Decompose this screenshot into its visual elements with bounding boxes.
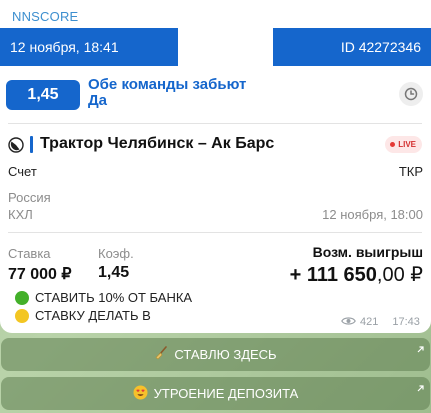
triple-deposit-button[interactable]: УТРОЕНИЕ ДЕПОЗИТА [1, 377, 430, 410]
bet-here-label: СТАВЛЮ ЗДЕСЬ [174, 347, 277, 362]
match-date: 12 ноября, 18:00 [322, 207, 423, 222]
stake-label: Ставка [8, 246, 51, 261]
ticket-date: 12 ноября, 18:41 [0, 28, 178, 66]
clock-icon [399, 82, 423, 106]
divider [8, 123, 422, 124]
bet-name-line1: Обе команды забьют [88, 76, 247, 93]
external-link-arrow-icon [417, 341, 424, 356]
message-time: 17:43 [392, 316, 420, 328]
live-badge: LIVE [385, 136, 422, 153]
match-row: Трактор Челябинск – Ак Барс LIVE [8, 134, 422, 156]
ticket-id: ID 42272346 [273, 28, 431, 66]
eye-icon [341, 313, 356, 331]
broom-icon [154, 346, 168, 363]
sender-name[interactable]: NNSCORE [12, 9, 78, 24]
coef-label: Коэф. [98, 246, 134, 261]
hockey-puck-icon [8, 137, 24, 158]
win-amount-main: + 111 650 [289, 264, 377, 286]
match-country: Россия [8, 190, 51, 205]
coef-value: 1,45 [98, 264, 130, 281]
green-circle-icon [15, 291, 29, 305]
match-title: Трактор Челябинск – Ак Барс [40, 135, 275, 152]
bet-name: Обе команды забьют Да [88, 77, 288, 109]
yellow-circle-icon [15, 309, 29, 323]
win-amount: + 111 650,00 ₽ [290, 262, 423, 287]
heart-eyes-icon [133, 385, 148, 403]
note-2: СТАВКУ ДЕЛАТЬ В [35, 308, 151, 323]
message-bubble: NNSCORE 12 ноября, 18:41 ID 42272346 1,4… [0, 0, 431, 333]
match-league: КХЛ [8, 207, 33, 222]
bet-here-button[interactable]: СТАВЛЮ ЗДЕСЬ [1, 338, 430, 371]
win-label: Возм. выигрыш [312, 244, 423, 260]
score-label: Счет [8, 164, 37, 179]
bet-name-line2: Да [88, 92, 108, 109]
note-1: СТАВИТЬ 10% ОТ БАНКА [35, 290, 193, 305]
view-count: 421 [360, 316, 379, 328]
coefficient-badge: 1,45 [6, 80, 80, 110]
live-dot-icon [390, 142, 396, 147]
stake-value: 77 000 ₽ [8, 266, 72, 283]
live-label: LIVE [398, 140, 416, 149]
match-accent-bar [30, 136, 33, 153]
triple-deposit-label: УТРОЕНИЕ ДЕПОЗИТА [153, 386, 299, 401]
score-value: ТКР [398, 164, 423, 179]
win-amount-fraction: ,00 ₽ [376, 264, 423, 286]
message-meta: 421 17:43 [341, 313, 420, 331]
ticket-header: 12 ноября, 18:41 ID 42272346 [0, 28, 431, 66]
external-link-arrow-icon [417, 380, 424, 395]
divider [8, 232, 422, 233]
